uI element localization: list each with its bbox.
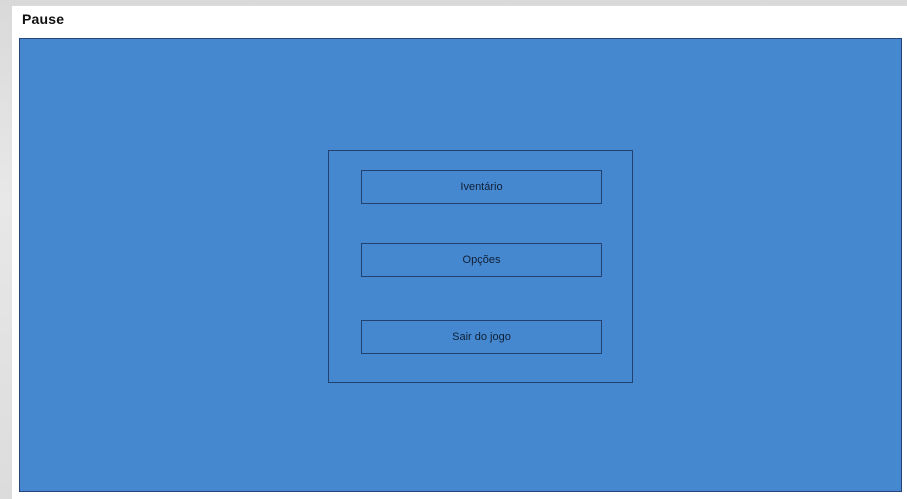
inventory-button[interactable]: Iventário <box>361 170 602 204</box>
options-button[interactable]: Opções <box>361 243 602 277</box>
pause-menu-panel: Iventário Opções Sair do jogo <box>328 150 633 383</box>
game-screen: Iventário Opções Sair do jogo <box>19 38 902 492</box>
screen-title: Pause <box>22 11 65 27</box>
quit-game-button[interactable]: Sair do jogo <box>361 320 602 354</box>
wireframe-page: Pause Iventário Opções Sair do jogo <box>0 0 907 499</box>
